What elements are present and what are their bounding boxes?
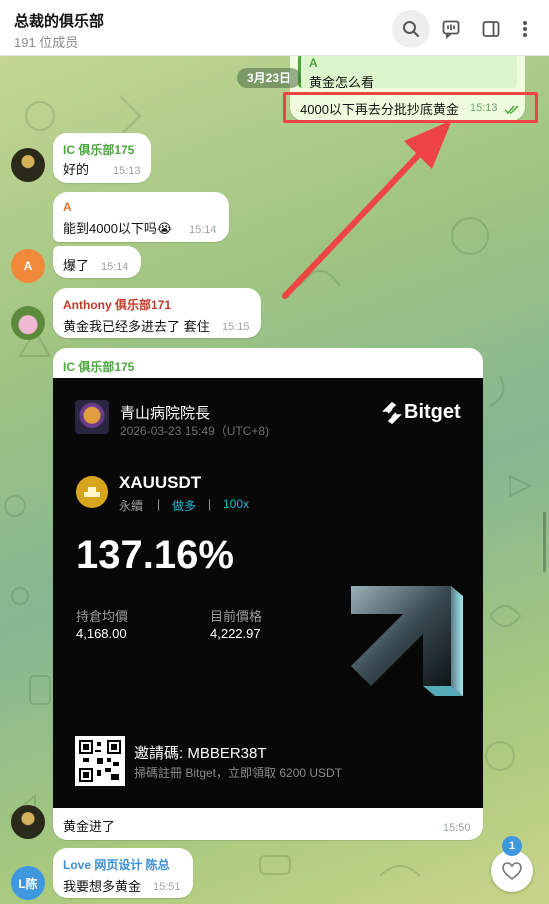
scrollbar[interactable] <box>543 512 546 572</box>
avatar[interactable] <box>11 306 45 340</box>
message-sender[interactable]: IC 俱乐部175 <box>63 358 134 375</box>
gold-icon <box>76 476 108 508</box>
avatar[interactable]: A <box>11 249 45 283</box>
incoming-message[interactable]: A 能到4000以下吗😭 15:14 <box>53 192 229 242</box>
message-text: 我要想多黄金 <box>63 879 142 894</box>
bitget-logo-icon <box>382 402 402 424</box>
sidebar-toggle-button[interactable] <box>472 10 510 48</box>
brand-name: Bitget <box>404 401 461 423</box>
more-vertical-icon <box>523 21 527 37</box>
message-time: 15:14 <box>101 261 129 273</box>
divider-bar: | <box>157 497 161 511</box>
bitget-share-card[interactable]: 青山病院院長 2026-03-23 15:49（UTC+8) Bitget XA… <box>53 378 483 808</box>
divider-bar: | <box>208 497 212 511</box>
chat-bubble-icon <box>442 20 460 39</box>
message-sender[interactable]: A <box>63 200 72 214</box>
live-chat-button[interactable] <box>432 10 470 48</box>
date-separator[interactable]: 3月23日 <box>237 68 301 88</box>
incoming-message[interactable]: 爆了 15:14 <box>53 246 141 278</box>
more-button[interactable] <box>506 10 544 48</box>
message-sender[interactable]: Love 网页设计 陈总 <box>63 856 170 873</box>
incoming-message[interactable]: Love 网页设计 陈总 我要想多黄金 15:51 <box>53 848 193 898</box>
chat-title[interactable]: 总裁的俱乐部 <box>14 10 104 31</box>
reply-quote[interactable]: A 黄金怎么看 <box>298 54 517 90</box>
search-button[interactable] <box>392 10 430 48</box>
card-leverage: 100x <box>223 497 250 511</box>
card-datetime: 2026-03-23 15:49（UTC+8) <box>120 424 270 438</box>
reactions-button[interactable] <box>491 850 533 892</box>
entry-price-value: 4,168.00 <box>76 626 127 641</box>
message-text: 爆了 <box>63 258 90 273</box>
highlight-box <box>283 92 538 123</box>
card-direction: 做多 <box>172 499 197 513</box>
promo-text: 掃碼註冊 Bitget，立即領取 6200 USDT <box>134 766 343 780</box>
reply-sender: A <box>309 56 318 70</box>
message-text: 黄金进了 <box>63 819 116 834</box>
unread-badge: 1 <box>502 836 522 856</box>
invite-code: 邀請碼: MBBER38T <box>134 745 267 762</box>
arrow-3d-icon <box>351 586 463 696</box>
mark-price-value: 4,222.97 <box>210 626 261 641</box>
sidebar-icon <box>482 21 500 37</box>
message-text: 黄金我已经多进去了 套住 <box>63 319 210 334</box>
message-time: 15:13 <box>113 165 141 177</box>
member-count: 191 位成员 <box>14 35 79 50</box>
message-text: 能到4000以下吗😭 <box>63 221 173 236</box>
chat-header: 总裁的俱乐部 191 位成员 <box>0 0 549 56</box>
card-roi: 137.16% <box>76 533 234 577</box>
heart-icon <box>502 862 522 880</box>
search-icon <box>403 21 419 37</box>
user-avatar <box>75 400 109 434</box>
message-sender[interactable]: Anthony 俱乐部171 <box>63 296 171 313</box>
mark-price-label: 目前價格 <box>210 609 263 624</box>
message-text: 好的 <box>63 162 90 177</box>
qr-code <box>75 736 125 786</box>
message-time: 15:14 <box>189 224 217 236</box>
card-contract: 永續 <box>119 499 144 513</box>
card-username: 青山病院院長 <box>120 405 211 422</box>
message-time: 15:51 <box>153 881 181 893</box>
avatar[interactable] <box>11 805 45 839</box>
avatar[interactable] <box>11 148 45 182</box>
card-symbol: XAUUSDT <box>119 473 202 492</box>
reply-text: 黄金怎么看 <box>309 75 375 90</box>
message-time: 15:50 <box>443 822 471 834</box>
entry-price-label: 持倉均價 <box>76 609 129 624</box>
message-sender[interactable]: IC 俱乐部175 <box>63 141 134 158</box>
incoming-message[interactable]: IC 俱乐部175 好的 15:13 <box>53 133 151 183</box>
message-time: 15:15 <box>222 321 250 333</box>
incoming-message[interactable]: Anthony 俱乐部171 黄金我已经多进去了 套住 15:15 <box>53 288 261 338</box>
avatar[interactable]: L陈 <box>11 866 45 900</box>
